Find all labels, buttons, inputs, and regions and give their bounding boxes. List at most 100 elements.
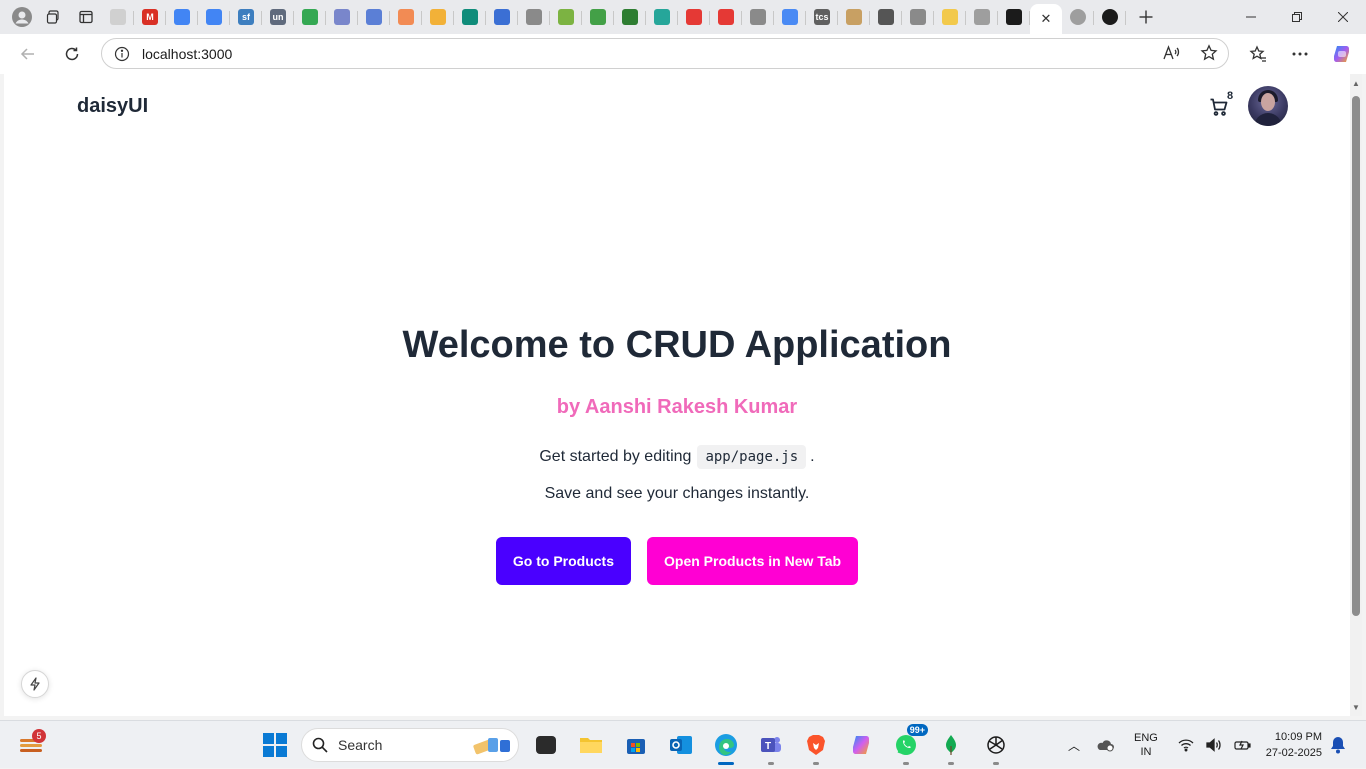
wifi-icon[interactable] bbox=[1178, 738, 1194, 752]
tab-favicon-19[interactable] bbox=[678, 3, 710, 31]
battery-icon[interactable] bbox=[1234, 738, 1252, 752]
taskbar-outlook[interactable] bbox=[663, 727, 699, 763]
tab-favicon-14[interactable] bbox=[518, 3, 550, 31]
brand-logo-link[interactable]: daisyUI bbox=[77, 95, 148, 118]
start-tile bbox=[263, 746, 274, 757]
tab-favicon-26[interactable] bbox=[902, 3, 934, 31]
system-tray: ︿ ENG IN bbox=[1068, 721, 1252, 769]
taskbar-file-explorer[interactable] bbox=[573, 727, 609, 763]
close-icon bbox=[1338, 12, 1348, 22]
workspaces-button[interactable] bbox=[38, 0, 70, 34]
notification-bell-icon[interactable] bbox=[1330, 736, 1346, 754]
tab-favicon-icon bbox=[878, 9, 894, 25]
tab-favicon-23[interactable]: tcs bbox=[806, 3, 838, 31]
read-aloud-icon[interactable] bbox=[1162, 44, 1180, 62]
tab-actions-button[interactable] bbox=[70, 0, 102, 34]
tab-favicon-icon bbox=[302, 9, 318, 25]
tab-favicon-11[interactable] bbox=[422, 3, 454, 31]
scroll-down-arrow-icon[interactable]: ▼ bbox=[1351, 702, 1361, 712]
taskbar-clock[interactable]: 10:09 PM 27-02-2025 bbox=[1252, 729, 1322, 761]
taskbar-teams[interactable]: T bbox=[753, 727, 789, 765]
get-started-line: Get started by editing app/page.js . bbox=[4, 445, 1350, 469]
dev-tools-indicator-button[interactable] bbox=[21, 670, 49, 698]
tab-favicon-29[interactable] bbox=[998, 3, 1030, 31]
tab-favicon-icon bbox=[494, 9, 510, 25]
go-to-products-button[interactable]: Go to Products bbox=[495, 537, 632, 585]
tab-favicon-icon: sf bbox=[238, 9, 254, 25]
tab-favicon-10[interactable] bbox=[390, 3, 422, 31]
tab-close-icon[interactable]: ✕ bbox=[1041, 11, 1052, 27]
tab-favicon-5[interactable]: sf bbox=[230, 3, 262, 31]
minimize-button[interactable] bbox=[1228, 0, 1274, 34]
language-code: ENG bbox=[1134, 732, 1158, 744]
tab-favicon-2[interactable]: M bbox=[134, 3, 166, 31]
site-info-button[interactable] bbox=[102, 46, 142, 62]
start-button[interactable] bbox=[263, 733, 287, 757]
tab-favicon-icon bbox=[590, 9, 606, 25]
favorites-icon bbox=[1249, 45, 1266, 62]
tab-favicon-6[interactable]: un bbox=[262, 3, 294, 31]
tab-favicon-28[interactable] bbox=[966, 3, 998, 31]
tab-favicon-8[interactable] bbox=[326, 3, 358, 31]
tab-favicon-7[interactable] bbox=[294, 3, 326, 31]
start-tile bbox=[276, 733, 287, 744]
new-tab-button[interactable] bbox=[1130, 0, 1162, 34]
taskbar-search[interactable]: Search bbox=[301, 728, 519, 762]
refresh-button[interactable] bbox=[54, 38, 90, 70]
start-tile bbox=[276, 746, 287, 757]
copilot-button[interactable] bbox=[1324, 38, 1360, 70]
tab-favicon-icon bbox=[974, 9, 990, 25]
show-hidden-icons-chevron-icon[interactable]: ︿ bbox=[1068, 737, 1080, 754]
tab-favicon-22[interactable] bbox=[774, 3, 806, 31]
taskbar-whatsapp[interactable]: 99+ bbox=[888, 724, 928, 765]
taskbar-copilot[interactable] bbox=[843, 727, 879, 763]
tab-favicon-15[interactable] bbox=[550, 3, 582, 31]
profile-button[interactable] bbox=[6, 0, 38, 34]
taskbar-edge[interactable] bbox=[708, 727, 744, 765]
close-window-button[interactable] bbox=[1320, 0, 1366, 34]
tab-favicon-20[interactable] bbox=[710, 3, 742, 31]
tab-favicon-18[interactable] bbox=[646, 3, 678, 31]
tab-favicon-3[interactable] bbox=[166, 3, 198, 31]
tab-favicon-icon bbox=[206, 9, 222, 25]
more-options-button[interactable] bbox=[1282, 38, 1318, 70]
edge-icon bbox=[715, 734, 737, 756]
taskbar-store[interactable] bbox=[618, 727, 654, 763]
tab-favicon-notion-1[interactable] bbox=[1062, 3, 1094, 31]
brave-icon bbox=[807, 735, 825, 755]
tab-favicon-9[interactable] bbox=[358, 3, 390, 31]
address-bar[interactable]: localhost:3000 bbox=[101, 38, 1229, 69]
scroll-thumb[interactable] bbox=[1352, 96, 1360, 616]
tab-favicon-icon bbox=[686, 9, 702, 25]
tab-favicon-notion-2[interactable] bbox=[1094, 3, 1126, 31]
user-avatar[interactable] bbox=[1248, 86, 1288, 126]
tab-favicon-16[interactable] bbox=[582, 3, 614, 31]
tab-favicon-1[interactable] bbox=[102, 3, 134, 31]
tab-favicon-13[interactable] bbox=[486, 3, 518, 31]
page-scrollbar[interactable]: ▲ ▼ bbox=[1350, 74, 1362, 716]
language-indicator[interactable]: ENG IN bbox=[1134, 731, 1158, 759]
open-products-new-tab-button[interactable]: Open Products in New Tab bbox=[647, 537, 859, 585]
tab-favicon-4[interactable] bbox=[198, 3, 230, 31]
tab-favicon-21[interactable] bbox=[742, 3, 774, 31]
favorites-button[interactable] bbox=[1240, 38, 1276, 70]
onedrive-icon[interactable] bbox=[1096, 738, 1115, 752]
volume-icon[interactable] bbox=[1206, 738, 1222, 752]
tab-list: Msf un tcs bbox=[102, 3, 1030, 31]
tab-favicon-24[interactable] bbox=[838, 3, 870, 31]
favorite-star-icon[interactable] bbox=[1200, 44, 1218, 62]
restore-button[interactable] bbox=[1274, 0, 1320, 34]
taskbar-chatgpt[interactable] bbox=[978, 727, 1014, 765]
tab-favicon-27[interactable] bbox=[934, 3, 966, 31]
taskbar-brave[interactable] bbox=[798, 727, 834, 765]
scroll-up-arrow-icon[interactable]: ▲ bbox=[1351, 78, 1361, 88]
tab-favicon-17[interactable] bbox=[614, 3, 646, 31]
taskbar-terminal[interactable] bbox=[528, 727, 564, 763]
tab-favicon-12[interactable] bbox=[454, 3, 486, 31]
url-text[interactable]: localhost:3000 bbox=[142, 46, 232, 62]
back-button[interactable] bbox=[10, 38, 46, 70]
taskbar-mongodb[interactable] bbox=[933, 727, 969, 765]
active-tab[interactable]: ✕ bbox=[1030, 4, 1062, 34]
page-viewport: daisyUI 8 Welcome to CRUD Application by… bbox=[4, 74, 1350, 716]
tab-favicon-25[interactable] bbox=[870, 3, 902, 31]
